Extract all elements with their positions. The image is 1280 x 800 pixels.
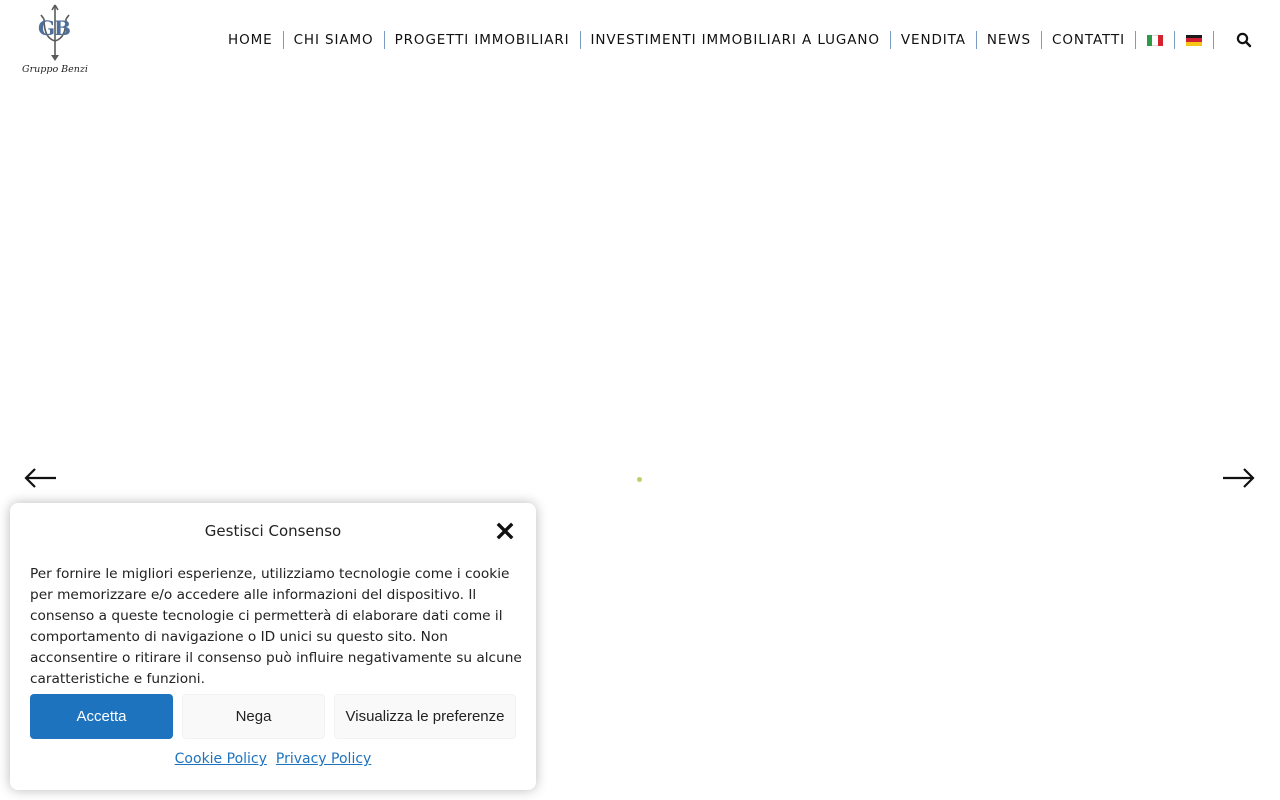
accept-button[interactable]: Accetta [30, 694, 173, 739]
cookie-policy-link[interactable]: Cookie Policy [175, 751, 267, 767]
cookie-consent-dialog: Gestisci Consenso Per fornire le miglior… [10, 503, 536, 790]
nav-item-chi-siamo[interactable]: CHI SIAMO [282, 31, 384, 49]
main-nav: HOME CHI SIAMO PROGETTI IMMOBILIARI INVE… [218, 28, 1252, 52]
site-header: G B Gruppo Benzi HOME CHI SIAMO PROGETTI… [0, 0, 1280, 82]
arrow-right-icon[interactable] [1222, 464, 1256, 492]
nav-item-contatti[interactable]: CONTATTI [1041, 31, 1135, 49]
deny-button[interactable]: Nega [182, 694, 325, 739]
italian-flag-icon [1147, 34, 1163, 46]
nav-item-home[interactable]: HOME [218, 31, 283, 49]
policy-links: Cookie Policy Privacy Policy [10, 751, 536, 767]
german-flag-icon [1186, 34, 1202, 46]
svg-text:G: G [38, 16, 55, 40]
logo-text: Gruppo Benzi [22, 64, 88, 75]
nav-item-news[interactable]: NEWS [975, 31, 1041, 49]
arrow-left-icon[interactable] [23, 464, 57, 492]
svg-text:B: B [54, 16, 71, 40]
nav-item-investimenti-lugano[interactable]: INVESTIMENTI IMMOBILIARI A LUGANO [579, 31, 890, 49]
site-logo[interactable]: G B Gruppo Benzi [22, 3, 88, 79]
nav-item-progetti-immobiliari[interactable]: PROGETTI IMMOBILIARI [383, 31, 580, 49]
nav-item-vendita[interactable]: VENDITA [889, 31, 976, 49]
language-it[interactable] [1135, 31, 1174, 49]
slider-loader-dot [637, 477, 642, 482]
nav-separator [1213, 31, 1214, 49]
view-preferences-button[interactable]: Visualizza le preferenze [334, 694, 516, 739]
privacy-policy-link[interactable]: Privacy Policy [276, 751, 371, 767]
trident-monogram-icon: G B [38, 4, 71, 61]
close-icon[interactable] [496, 522, 514, 540]
search-icon[interactable] [1236, 32, 1252, 48]
language-de[interactable] [1174, 31, 1213, 49]
consent-message: Per fornire le migliori esperienze, util… [30, 566, 522, 687]
consent-title: Gestisci Consenso [204, 522, 342, 540]
